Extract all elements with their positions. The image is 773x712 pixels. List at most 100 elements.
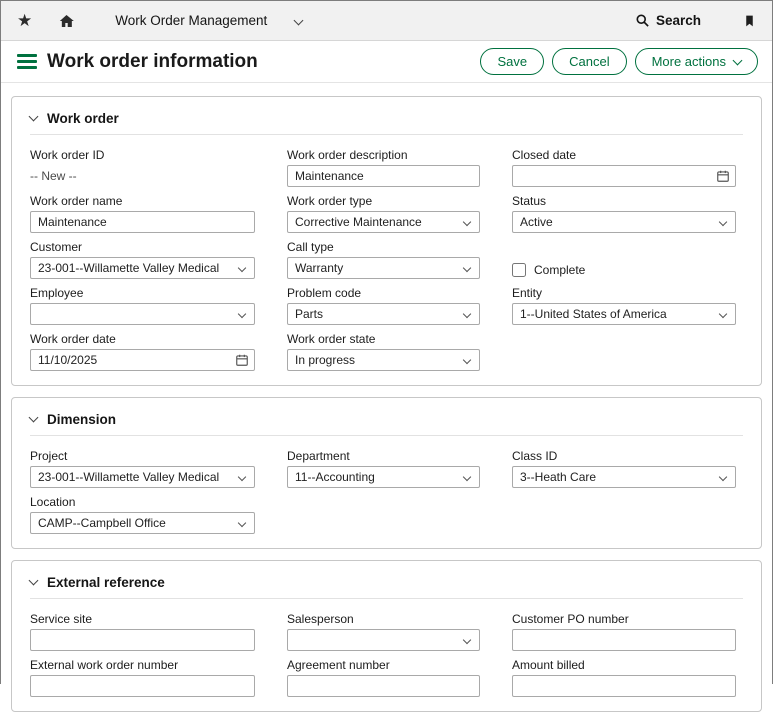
form-content: Work order Work order ID -- New -- Work … [1,83,772,712]
chevron-down-icon [733,55,743,65]
chevron-down-icon [463,636,471,644]
favorite-star-icon[interactable]: ★ [17,12,32,29]
section-title: External reference [47,575,165,590]
page-header: Work order information Save Cancel More … [1,41,772,83]
field-label: Work order date [30,332,255,346]
selected-value: In progress [295,353,355,367]
list-menu-icon[interactable] [17,54,37,69]
field-label: External work order number [30,658,255,672]
amount-billed-input[interactable] [512,675,736,697]
work-order-date-input[interactable] [30,349,255,371]
field-label: Customer PO number [512,612,736,626]
selected-value: Active [520,215,553,229]
amount-billed-field: Amount billed [512,658,736,697]
external-work-order-number-input[interactable] [30,675,255,697]
save-button[interactable]: Save [480,48,544,75]
external-reference-section-header: External reference [30,569,743,599]
field-label: Status [512,194,736,208]
app-menu-dropdown[interactable]: Work Order Management [115,13,302,28]
customer-po-number-input[interactable] [512,629,736,651]
complete-field: Complete [512,240,736,279]
calendar-icon[interactable] [716,169,730,183]
cancel-button[interactable]: Cancel [552,48,626,75]
customer-field: Customer 23-001--Willamette Valley Medic… [30,240,255,279]
chevron-down-icon [238,519,246,527]
work-order-id-value: -- New -- [30,165,255,183]
service-site-input[interactable] [30,629,255,651]
field-label: Service site [30,612,255,626]
chevron-down-icon [719,473,727,481]
field-label: Entity [512,286,736,300]
closed-date-field: Closed date [512,148,736,187]
more-actions-label: More actions [652,54,726,69]
work-order-type-select[interactable]: Corrective Maintenance [287,211,480,233]
salesperson-field: Salesperson [287,612,480,651]
home-icon[interactable] [58,13,75,29]
chevron-down-icon [294,16,304,26]
dimension-section-header: Dimension [30,406,743,436]
collapse-chevron-icon[interactable] [29,576,39,586]
field-label: Work order name [30,194,255,208]
field-label: Customer [30,240,255,254]
selected-value: Warranty [295,261,343,275]
field-label: Salesperson [287,612,480,626]
class-id-select[interactable]: 3--Heath Care [512,466,736,488]
field-label: Project [30,449,255,463]
work-order-section-header: Work order [30,105,743,135]
chevron-down-icon [463,264,471,272]
project-select[interactable]: 23-001--Willamette Valley Medical [30,466,255,488]
collapse-chevron-icon[interactable] [29,112,39,122]
page-title: Work order information [47,51,258,73]
customer-select[interactable]: 23-001--Willamette Valley Medical [30,257,255,279]
employee-select[interactable] [30,303,255,325]
status-field: Status Active [512,194,736,233]
search-button[interactable]: Search [635,13,701,28]
chevron-down-icon [719,310,727,318]
service-site-field: Service site [30,612,255,651]
selected-value: Corrective Maintenance [295,215,422,229]
work-order-state-field: Work order state In progress [287,332,480,371]
field-label: Work order description [287,148,480,162]
complete-checkbox[interactable] [512,263,526,277]
department-select[interactable]: 11--Accounting [287,466,480,488]
complete-label: Complete [534,263,585,277]
closed-date-input[interactable] [512,165,736,187]
calendar-icon[interactable] [235,353,249,367]
agreement-number-input[interactable] [287,675,480,697]
field-label: Closed date [512,148,736,162]
selected-value: CAMP--Campbell Office [38,516,166,530]
work-order-name-field: Work order name [30,194,255,233]
work-order-date-field: Work order date [30,332,255,371]
more-actions-button[interactable]: More actions [635,48,758,75]
search-icon [635,13,650,28]
work-order-description-input[interactable] [287,165,480,187]
field-label: Work order state [287,332,480,346]
work-order-description-field: Work order description [287,148,480,187]
field-label: Call type [287,240,480,254]
work-order-section: Work order Work order ID -- New -- Work … [11,96,762,386]
status-select[interactable]: Active [512,211,736,233]
bookmark-icon[interactable] [743,13,756,29]
entity-select[interactable]: 1--United States of America [512,303,736,325]
problem-code-select[interactable]: Parts [287,303,480,325]
call-type-select[interactable]: Warranty [287,257,480,279]
agreement-number-field: Agreement number [287,658,480,697]
call-type-field: Call type Warranty [287,240,480,279]
top-bar: ★ Work Order Management Search [1,1,772,41]
chevron-down-icon [238,310,246,318]
location-select[interactable]: CAMP--Campbell Office [30,512,255,534]
work-order-state-select[interactable]: In progress [287,349,480,371]
app-menu-label: Work Order Management [115,13,267,28]
collapse-chevron-icon[interactable] [29,413,39,423]
selected-value: 11--Accounting [295,470,375,484]
work-order-name-input[interactable] [30,211,255,233]
salesperson-select[interactable] [287,629,480,651]
chevron-down-icon [463,218,471,226]
employee-field: Employee [30,286,255,325]
external-work-order-number-field: External work order number [30,658,255,697]
selected-value: 23-001--Willamette Valley Medical [38,470,219,484]
chevron-down-icon [463,310,471,318]
field-label: Work order ID [30,148,255,162]
section-title: Dimension [47,412,116,427]
selected-value: Parts [295,307,323,321]
